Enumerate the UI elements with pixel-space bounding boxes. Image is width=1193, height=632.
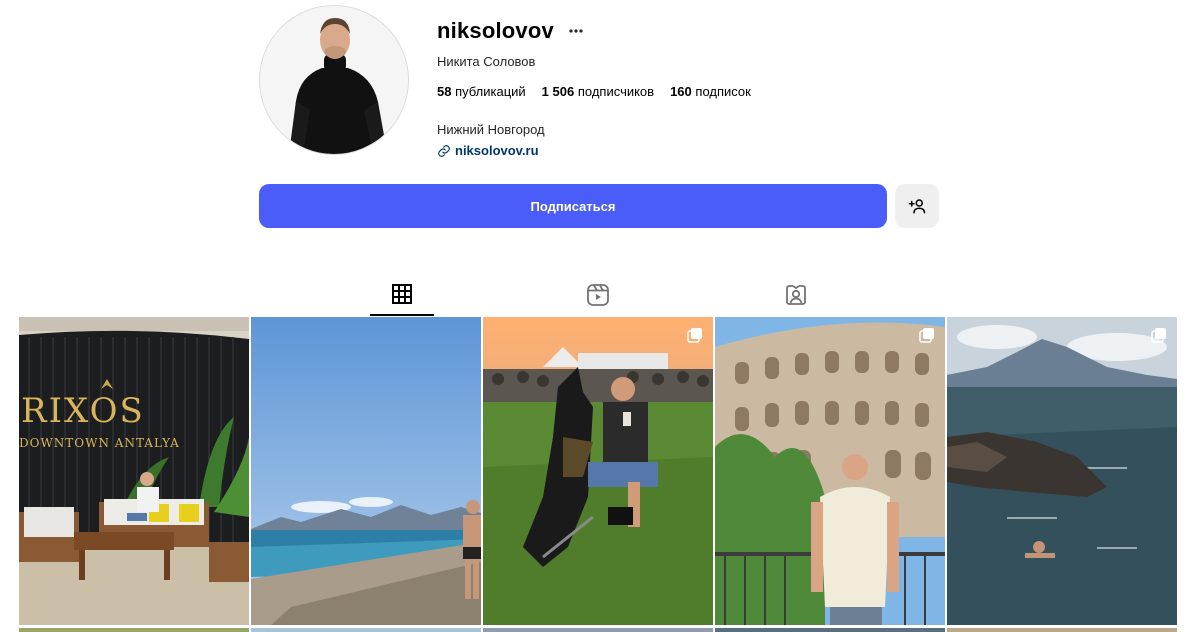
post-tile[interactable] <box>947 317 1177 625</box>
profile-website-link[interactable]: niksolovov.ru <box>437 143 539 158</box>
post-photo <box>251 317 481 625</box>
stat-posts: 58 публикаций <box>437 84 526 99</box>
carousel-icon <box>1151 328 1166 343</box>
tab-posts-grid[interactable] <box>370 280 434 316</box>
profile-website-text: niksolovov.ru <box>455 143 539 158</box>
post-tile-partial[interactable] <box>715 628 945 632</box>
stat-following[interactable]: 160 подписок <box>670 84 751 99</box>
avatar-image <box>260 6 408 154</box>
stat-followers[interactable]: 1 506 подписчиков <box>542 84 654 99</box>
post-photo <box>947 317 1177 625</box>
post-photo <box>483 317 713 625</box>
tagged-icon <box>786 285 806 305</box>
follow-button[interactable]: Подписаться <box>259 184 887 228</box>
add-user-icon <box>908 199 926 214</box>
carousel-icon <box>919 328 934 343</box>
post-tile[interactable] <box>715 317 945 625</box>
reels-icon <box>587 284 609 306</box>
post-tile-partial[interactable] <box>19 628 249 632</box>
post-tile[interactable] <box>483 317 713 625</box>
post-rixos-sign: RIXOS <box>21 391 145 431</box>
profile-username: niksolovov <box>437 18 554 43</box>
posts-grid: RIXOS DOWNTOWN ANTALYA <box>19 317 1180 632</box>
profile-stats: 58 публикаций 1 506 подписчиков 160 подп… <box>437 84 751 99</box>
profile-tabs <box>0 280 1193 316</box>
tab-tagged[interactable] <box>764 280 828 316</box>
profile-avatar[interactable] <box>259 5 409 155</box>
profile-full-name: Никита Соловов <box>437 54 536 69</box>
post-photo: RIXOS DOWNTOWN ANTALYA <box>19 317 249 625</box>
post-rixos-subtext: DOWNTOWN ANTALYA <box>19 436 180 450</box>
tab-reels[interactable] <box>566 280 630 316</box>
suggested-users-button[interactable] <box>895 184 939 228</box>
post-tile[interactable]: RIXOS DOWNTOWN ANTALYA <box>19 317 249 625</box>
profile-city: Нижний Новгород <box>437 122 545 137</box>
post-tile-partial[interactable] <box>251 628 481 632</box>
grid-icon <box>392 284 412 304</box>
post-photo <box>715 317 945 625</box>
carousel-icon <box>687 328 702 343</box>
post-tile[interactable] <box>251 317 481 625</box>
post-tile-partial[interactable] <box>947 628 1177 632</box>
link-icon <box>438 144 450 157</box>
post-tile-partial[interactable] <box>483 628 713 632</box>
more-options-icon[interactable] <box>568 26 584 36</box>
